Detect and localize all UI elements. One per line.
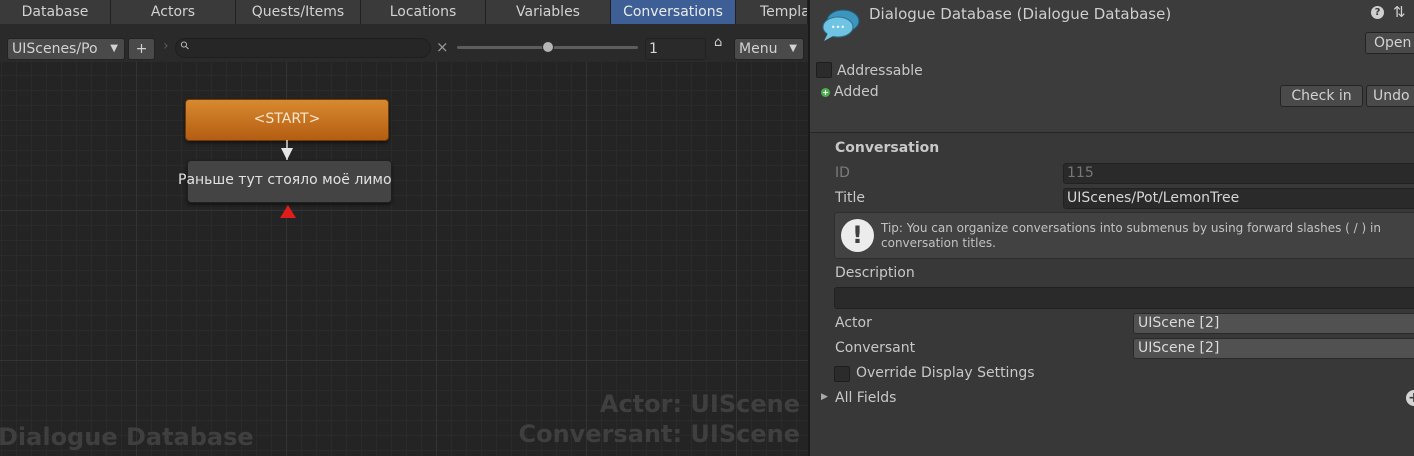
tab-database[interactable]: Database	[0, 0, 111, 24]
tab-templates[interactable]: Templa	[736, 0, 808, 24]
dialogue-database-icon: •••	[822, 9, 860, 41]
conversation-dropdown[interactable]: UIScenes/Po ▼	[7, 38, 125, 60]
conversant-dropdown[interactable]: UIScene [2] ▼	[1133, 338, 1414, 359]
clear-search-icon[interactable]: ×	[436, 38, 449, 56]
override-display-settings-checkbox[interactable]	[834, 366, 850, 382]
zoom-slider[interactable]	[457, 41, 638, 53]
conversant-dropdown-value: UIScene [2]	[1138, 340, 1220, 356]
id-field: 115	[1063, 163, 1414, 184]
override-display-settings-label: Override Display Settings	[856, 365, 1035, 381]
tab-conversations[interactable]: Conversations	[611, 0, 736, 24]
grid-line	[136, 62, 137, 456]
search-field[interactable]: ⚲	[175, 38, 431, 58]
menu-dropdown-label: Menu	[739, 41, 778, 57]
inspector-panel: ••• Dialogue Database (Dialogue Database…	[808, 0, 1414, 456]
dialogue-node[interactable]: Раньше тут стояло моё лимо	[178, 160, 392, 203]
conversation-dropdown-value: UIScenes/Po	[12, 41, 98, 57]
lock-icon[interactable]: ⌂	[714, 35, 722, 50]
undo-button[interactable]: Undo	[1366, 85, 1414, 107]
tab-actors[interactable]: Actors	[111, 0, 236, 24]
dialogue-editor: Database Actors Quests/Items Locations V…	[0, 0, 808, 456]
watermark-actor: Actor: UIScene	[599, 390, 800, 418]
editor-tab-bar: Database Actors Quests/Items Locations V…	[0, 0, 808, 25]
grid-line	[586, 62, 587, 456]
actor-label: Actor	[835, 315, 872, 331]
tab-locations[interactable]: Locations	[361, 0, 486, 24]
expand-arrow-icon[interactable]: ▶	[821, 392, 828, 402]
tip-text: Tip: You can organize conversations into…	[881, 221, 1381, 250]
title-label: Title	[835, 190, 866, 206]
dialogue-node-text: Раньше тут стояло моё лимо	[178, 172, 392, 188]
tab-quests-items[interactable]: Quests/Items	[236, 0, 361, 24]
addressable-checkbox[interactable]	[816, 62, 832, 78]
actor-dropdown-value: UIScene [2]	[1138, 315, 1220, 331]
node-canvas[interactable]: <START> Раньше тут стояло моё лимо Dialo…	[0, 62, 808, 456]
watermark-database: Dialogue Database	[0, 423, 254, 451]
grid-line	[0, 210, 808, 211]
help-icon[interactable]: ?	[1371, 6, 1384, 19]
grid-line	[436, 62, 437, 456]
added-badge-icon: +	[821, 88, 830, 97]
breadcrumb-arrow-icon: ›	[163, 38, 169, 54]
id-label: ID	[835, 165, 850, 181]
tab-variables[interactable]: Variables	[486, 0, 611, 24]
menu-dropdown[interactable]: Menu ▼	[734, 38, 804, 60]
search-icon: ⚲	[177, 38, 193, 53]
title-field[interactable]: UIScenes/Pot/LemonTree	[1063, 188, 1414, 209]
chevron-down-icon: ▼	[110, 43, 118, 54]
warning-icon: !	[841, 219, 874, 252]
description-label: Description	[835, 265, 915, 281]
start-node[interactable]: <START>	[185, 99, 389, 141]
open-button[interactable]: Open	[1365, 32, 1414, 54]
inspector-header: ••• Dialogue Database (Dialogue Database…	[810, 0, 1414, 133]
editor-toolbar: UIScenes/Po ▼ + › ⚲ × 1 ⌂ Menu ▼	[0, 24, 808, 63]
add-field-icon[interactable]: +	[1406, 390, 1414, 406]
conversant-label: Conversant	[835, 340, 916, 356]
add-conversation-button[interactable]: +	[128, 38, 155, 60]
watermark-conversant: Conversant: UIScene	[518, 420, 800, 448]
addressable-label: Addressable	[837, 63, 923, 79]
zoom-slider-thumb[interactable]	[541, 41, 554, 53]
svg-text:•••: •••	[831, 23, 845, 32]
presets-icon[interactable]: ⇅	[1393, 3, 1406, 21]
actor-dropdown[interactable]: UIScene [2] ▼	[1133, 313, 1414, 334]
check-in-button[interactable]: Check in	[1280, 85, 1363, 107]
grid-line	[0, 360, 808, 361]
chevron-down-icon: ▼	[789, 43, 797, 54]
zoom-value-field[interactable]: 1	[645, 38, 706, 60]
link-arrow-icon[interactable]	[280, 205, 296, 219]
all-fields-foldout[interactable]: All Fields	[835, 390, 896, 406]
added-label: Added	[834, 84, 879, 100]
tip-box: ! Tip: You can organize conversations in…	[834, 212, 1414, 259]
description-field[interactable]	[834, 287, 1414, 309]
inspector-title: Dialogue Database (Dialogue Database)	[869, 5, 1172, 23]
conversation-section-header: Conversation	[835, 140, 940, 156]
